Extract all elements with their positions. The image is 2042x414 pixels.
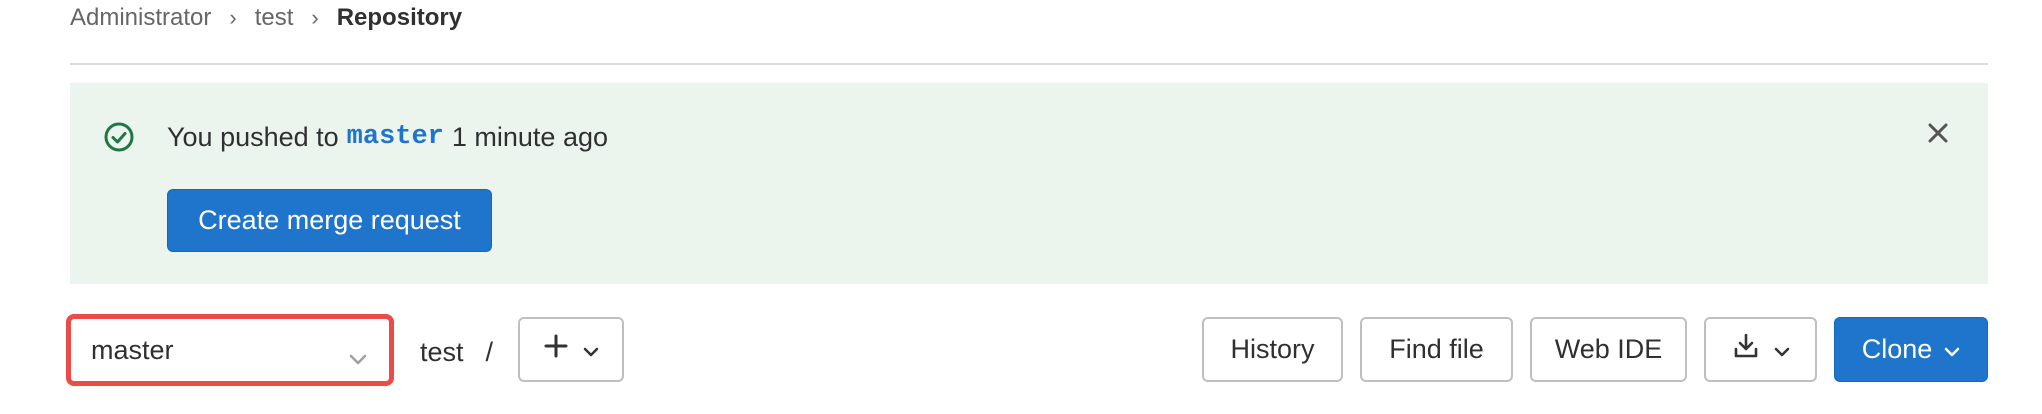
alert-timestamp: 1 minute ago	[451, 121, 608, 152]
clone-label: Clone	[1861, 334, 1933, 364]
clone-dropdown-button[interactable]: Clone	[1834, 317, 1988, 382]
chevron-down-icon	[583, 334, 599, 365]
alert-message: You pushed to master 1 minute ago	[167, 119, 608, 155]
create-merge-request-button[interactable]: Create merge request	[167, 189, 492, 252]
alert-branch-link[interactable]: master	[347, 122, 444, 152]
download-dropdown-button[interactable]	[1704, 317, 1817, 382]
breadcrumb-separator: ›	[311, 5, 319, 30]
close-icon[interactable]	[1922, 117, 1954, 149]
alert-prefix: You pushed to	[167, 121, 339, 152]
check-circle-icon	[103, 121, 135, 153]
branch-selector[interactable]: master	[66, 314, 394, 386]
chevron-down-icon	[1774, 334, 1790, 365]
web-ide-button[interactable]: Web IDE	[1530, 317, 1687, 382]
chevron-down-icon	[1944, 334, 1960, 365]
branch-selector-value: master	[91, 334, 174, 365]
breadcrumb: Administrator › test › Repository	[70, 0, 462, 36]
breadcrumb-item-administrator[interactable]: Administrator	[70, 4, 211, 32]
breadcrumb-separator: ›	[229, 5, 237, 30]
path-project[interactable]: test	[420, 337, 464, 368]
breadcrumb-item-test[interactable]: test	[255, 4, 294, 32]
find-file-button[interactable]: Find file	[1360, 317, 1513, 382]
header-divider	[70, 63, 1988, 65]
history-button[interactable]: History	[1202, 317, 1343, 382]
push-alert: You pushed to master 1 minute ago Create…	[70, 83, 1988, 284]
repository-path: test /	[420, 334, 493, 370]
breadcrumb-current[interactable]: Repository	[337, 4, 462, 32]
chevron-down-icon	[349, 343, 367, 365]
add-dropdown-button[interactable]	[518, 317, 624, 382]
path-separator: /	[485, 336, 494, 367]
download-icon	[1732, 332, 1760, 367]
plus-icon	[543, 333, 569, 366]
